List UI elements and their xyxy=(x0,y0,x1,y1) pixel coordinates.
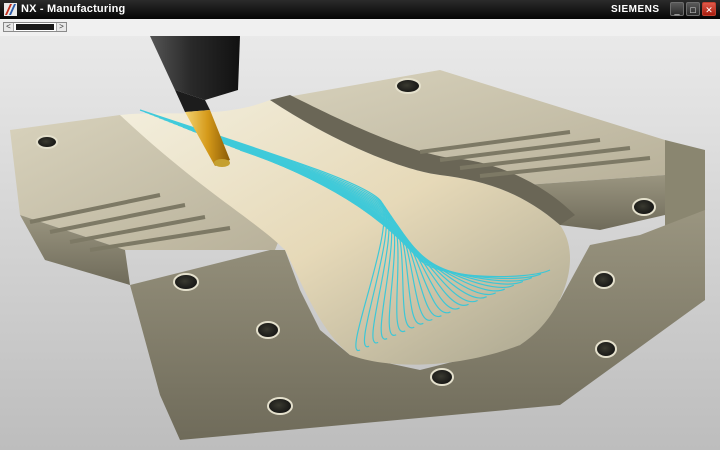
close-button[interactable]: ✕ xyxy=(702,2,716,16)
toolbar-strip: < > xyxy=(0,19,720,37)
bolt-hole xyxy=(173,273,199,291)
scroll-thumb[interactable] xyxy=(16,24,54,30)
mold-machining-scene xyxy=(0,36,720,450)
bolt-hole xyxy=(256,321,280,339)
nx-app-icon xyxy=(4,3,17,16)
title-bar[interactable]: NX - Manufacturing SIEMENS _ □ ✕ xyxy=(0,0,720,19)
bolt-hole xyxy=(632,198,656,216)
bolt-hole xyxy=(36,135,58,149)
window-title: NX - Manufacturing xyxy=(21,3,126,15)
bolt-hole xyxy=(593,271,615,289)
minimize-button[interactable]: _ xyxy=(670,2,684,16)
bolt-hole xyxy=(395,78,421,94)
horizontal-scrollbar[interactable]: < > xyxy=(3,22,67,32)
bolt-hole xyxy=(430,368,454,386)
scroll-left-arrow-icon[interactable]: < xyxy=(4,23,14,31)
bolt-hole xyxy=(267,397,293,415)
nx-window: NX - Manufacturing SIEMENS _ □ ✕ < > xyxy=(0,0,720,450)
bolt-hole xyxy=(595,340,617,358)
siemens-logo: SIEMENS xyxy=(611,4,660,15)
scroll-right-arrow-icon[interactable]: > xyxy=(56,23,66,31)
maximize-button[interactable]: □ xyxy=(686,2,700,16)
graphics-viewport[interactable] xyxy=(0,36,720,450)
